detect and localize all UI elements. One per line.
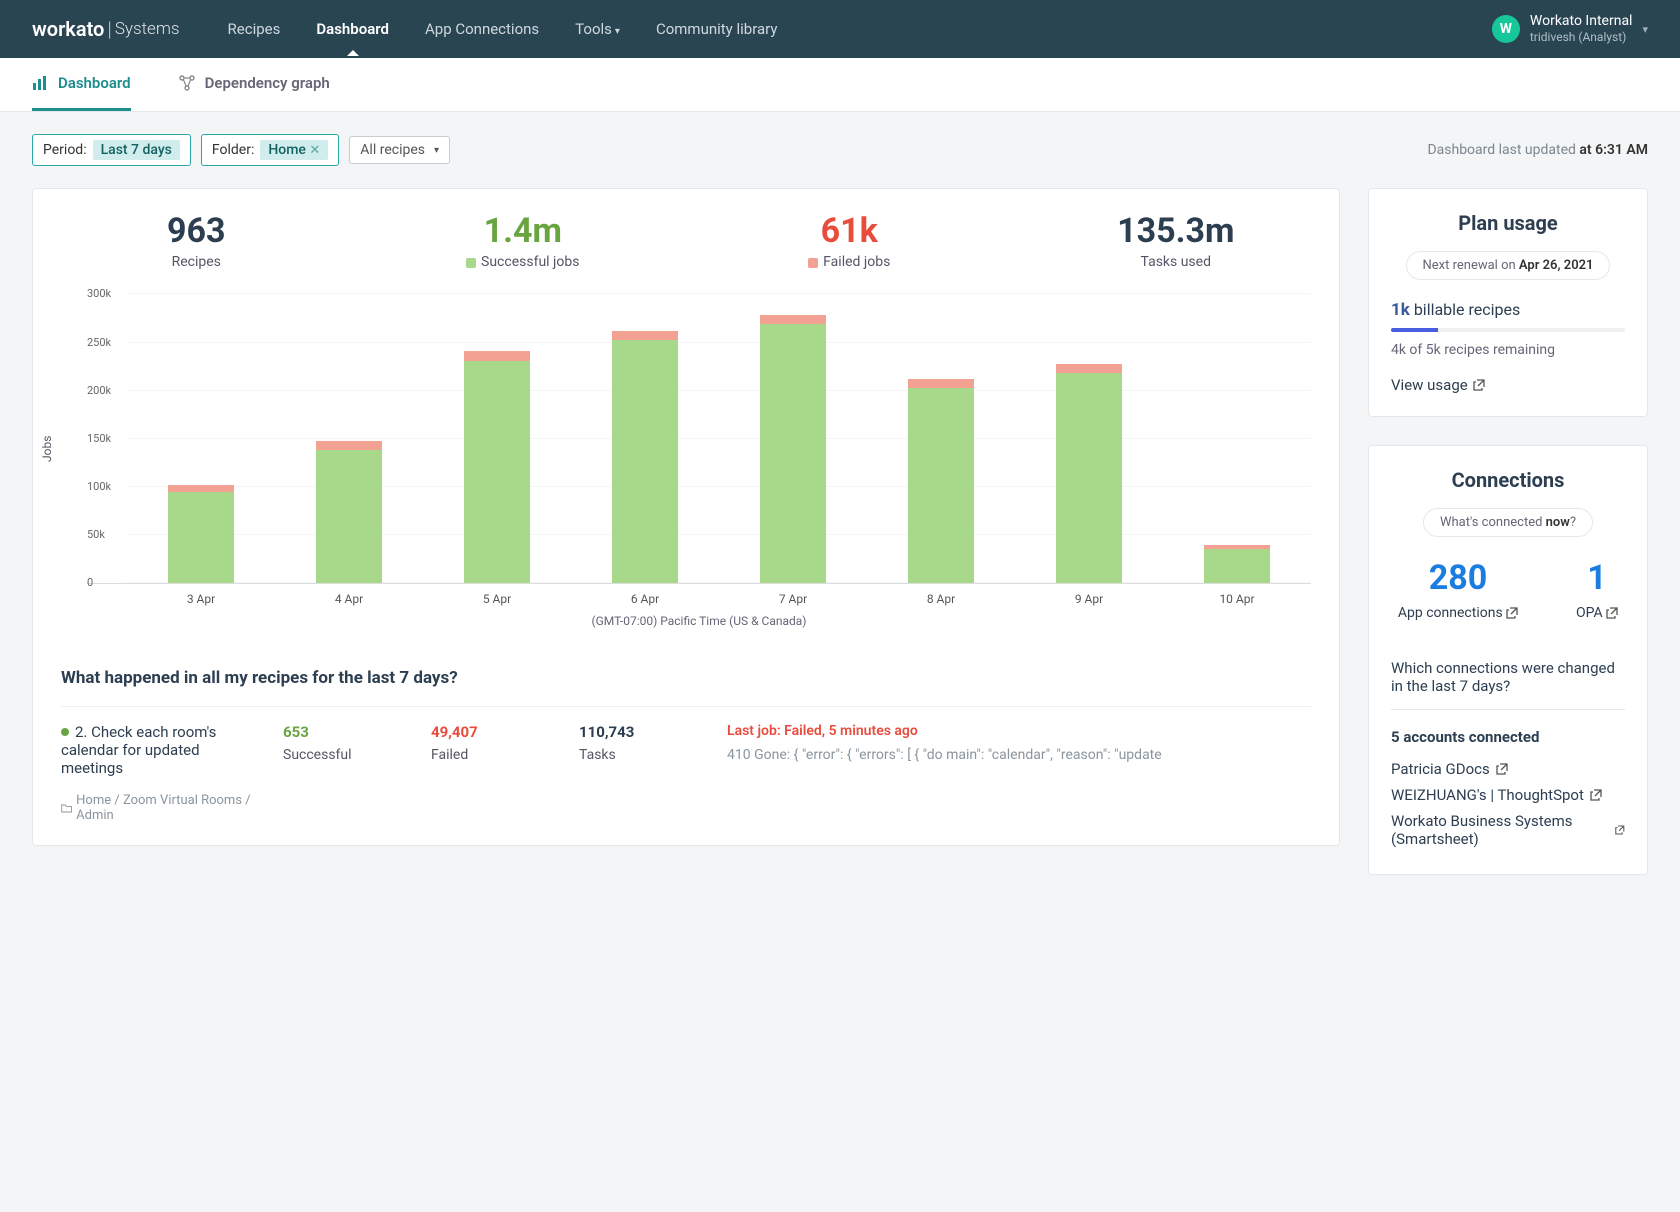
connections-question: Which connections were changed in the la… [1391,641,1625,703]
chart-bar[interactable] [1056,364,1122,583]
chart-bar[interactable] [316,441,382,583]
user-menu[interactable]: W Workato Internal tridivesh (Analyst) ▾ [1492,13,1648,44]
external-link-icon [1606,607,1618,619]
avatar: W [1492,15,1520,43]
last-updated: Dashboard last updated at 6:31 AM [1427,142,1648,158]
recipe-successful: 653Successful [283,723,409,823]
activity-section: What happened in all my recipes for the … [33,646,1339,845]
user-name: Workato Internal [1530,13,1633,30]
account-link[interactable]: WEIZHUANG's | ThoughtSpot [1391,782,1625,808]
legend-success-dot [466,258,476,268]
recipe-path: Home / Zoom Virtual Rooms / Admin [61,793,261,823]
chart-x-labels: 3 Apr4 Apr5 Apr6 Apr7 Apr8 Apr9 Apr10 Ap… [127,592,1311,606]
chart-bars [127,294,1311,583]
renewal-pill: Next renewal on Apr 26, 2021 [1406,251,1611,280]
plan-usage-title: Plan usage [1369,189,1647,251]
billable-recipes: 1k billable recipes [1391,300,1625,320]
external-link-icon [1506,607,1518,619]
filter-folder[interactable]: Folder: Home ✕ [201,134,339,166]
status-dot-active [61,728,69,736]
graph-icon [179,75,195,91]
external-link-icon [1590,789,1602,801]
account-link[interactable]: Patricia GDocs [1391,756,1625,782]
chart-bar[interactable] [464,351,530,583]
legend-failed-dot [808,258,818,268]
view-usage-link[interactable]: View usage [1391,376,1485,394]
chevron-down-icon: ▾ [434,145,439,156]
remove-folder-icon[interactable]: ✕ [309,143,320,158]
app-connections-count[interactable]: 280 App connections [1398,561,1518,621]
sub-tabs: Dashboard Dependency graph [0,58,1680,112]
external-link-icon [1473,379,1485,391]
main-card: 963 Recipes 1.4m Successful jobs 61k Fai… [32,188,1340,846]
recipe-failed: 49,407Failed [431,723,557,823]
chevron-down-icon: ▾ [615,26,620,37]
folder-icon [61,802,72,815]
account-link[interactable]: Workato Business Systems (Smartsheet) [1391,808,1625,852]
bar-chart-icon [32,75,48,91]
chart-bar[interactable] [1204,545,1270,584]
filter-bar: Period: Last 7 days Folder: Home ✕ All r… [0,112,1680,188]
nav-recipes[interactable]: Recipes [228,2,281,56]
chart-bar[interactable] [760,315,826,584]
nav-dashboard[interactable]: Dashboard [316,2,389,56]
opa-count[interactable]: 1 OPA [1576,561,1618,621]
chart-bar[interactable] [908,379,974,583]
connected-now-pill: What's connected now? [1423,508,1593,537]
accounts-connected-title: 5 accounts connected [1391,728,1625,746]
metric-successful-jobs[interactable]: 1.4m Successful jobs [360,213,687,270]
user-role: tridivesh (Analyst) [1530,30,1633,44]
nav-app-connections[interactable]: App Connections [425,2,539,56]
recipe-name: 2. Check each room's calendar for update… [61,723,261,777]
plan-usage-card: Plan usage Next renewal on Apr 26, 2021 … [1368,188,1648,417]
external-link-icon [1615,824,1625,836]
chart-timezone: (GMT-07:00) Pacific Time (US & Canada) [87,614,1311,628]
chart-bar[interactable] [612,331,678,583]
brand-sub: Systems [115,19,180,39]
nav-community-library[interactable]: Community library [656,2,778,56]
tab-dependency-graph[interactable]: Dependency graph [179,58,330,111]
recipe-row[interactable]: 2. Check each room's calendar for update… [61,706,1311,823]
filter-recipes[interactable]: All recipes ▾ [349,136,450,164]
brand-logo[interactable]: workato | Systems [32,17,180,41]
metric-recipes[interactable]: 963 Recipes [33,213,360,270]
chart-y-label: Jobs [40,436,54,462]
chart-bar[interactable] [168,485,234,584]
external-link-icon [1496,763,1508,775]
chevron-down-icon: ▾ [1642,23,1648,36]
jobs-chart: Jobs 050k100k150k200k250k300k 3 Apr4 Apr… [33,284,1339,646]
brand-main: workato [32,17,104,41]
top-bar: workato | Systems Recipes Dashboard App … [0,0,1680,58]
tab-dashboard[interactable]: Dashboard [32,58,131,111]
activity-title: What happened in all my recipes for the … [61,668,1311,688]
top-nav: Recipes Dashboard App Connections Tools▾… [228,2,1492,56]
filter-period[interactable]: Period: Last 7 days [32,134,191,166]
connections-card: Connections What's connected now? 280 Ap… [1368,445,1648,875]
metric-tasks-used[interactable]: 135.3m Tasks used [1013,213,1340,270]
recipe-tasks: 110,743Tasks [579,723,705,823]
recipe-last-job: Last job: Failed, 5 minutes ago410 Gone:… [727,723,1311,823]
nav-tools[interactable]: Tools▾ [575,2,620,56]
metric-failed-jobs[interactable]: 61k Failed jobs [686,213,1013,270]
metrics-row: 963 Recipes 1.4m Successful jobs 61k Fai… [33,189,1339,284]
usage-progress [1391,328,1625,332]
recipes-remaining: 4k of 5k recipes remaining [1391,342,1625,358]
connections-title: Connections [1369,446,1647,508]
